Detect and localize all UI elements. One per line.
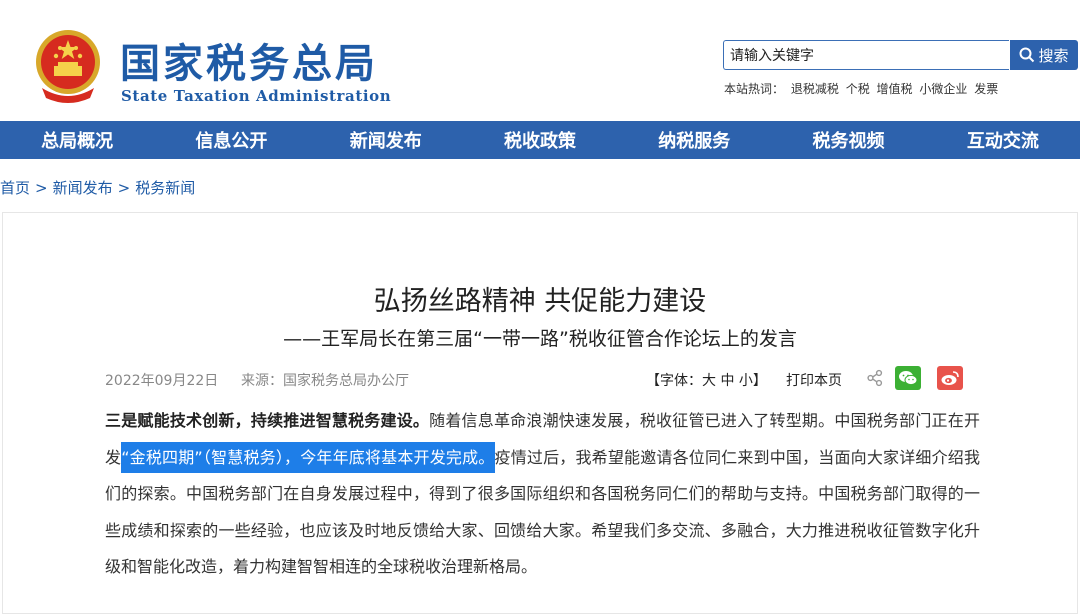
selected-text-highlight[interactable]: “金税四期”（智慧税务），今年年底将基本开发完成。 — [121, 441, 495, 473]
article-title: 弘扬丝路精神 共促能力建设 — [373, 286, 707, 317]
paragraph-lead: 三是赋能技术创新，持续推进智慧税务建设。 — [105, 411, 430, 430]
search-input[interactable] — [723, 40, 1009, 70]
main-nav: 总局概况 信息公开 新闻发布 税收政策 纳税服务 税务视频 互动交流 — [0, 121, 1080, 159]
nav-item-tax-video[interactable]: 税务视频 — [771, 121, 925, 159]
breadcrumb: 首页 > 新闻发布 > 税务新闻 — [0, 177, 195, 198]
breadcrumb-tax-news[interactable]: 税务新闻 — [135, 179, 195, 197]
print-link[interactable]: 打印本页 — [786, 370, 842, 390]
site-name-en[interactable]: State Taxation Administration — [121, 87, 391, 105]
nav-item-overview[interactable]: 总局概况 — [0, 121, 154, 159]
weibo-glyph-icon — [941, 371, 959, 385]
nav-item-taxpayer-service[interactable]: 纳税服务 — [617, 121, 771, 159]
weibo-icon[interactable] — [937, 366, 963, 390]
site-name-cn[interactable]: 国家税务总局 — [120, 40, 378, 88]
nav-item-tax-policy[interactable]: 税收政策 — [463, 121, 617, 159]
breadcrumb-home[interactable]: 首页 — [0, 179, 30, 197]
hot-word-link[interactable]: 小微企业 — [919, 82, 967, 96]
search-button[interactable]: 搜索 — [1010, 40, 1078, 70]
search-icon — [1019, 47, 1035, 63]
national-emblem-icon[interactable] — [32, 28, 104, 104]
hot-words: 本站热词： 退税减税 个税 增值税 小微企业 发票 — [724, 80, 1001, 97]
hot-word-link[interactable]: 增值税 — [877, 82, 913, 96]
font-size-large-link[interactable]: 大 — [702, 373, 716, 389]
nav-item-info-disclosure[interactable]: 信息公开 — [154, 121, 308, 159]
font-size-label: 【字体： — [646, 373, 702, 389]
font-size-medium-link[interactable]: 中 — [720, 373, 734, 389]
article-date: 2022年09月22日 — [105, 373, 219, 389]
wechat-icon[interactable] — [895, 366, 921, 390]
hot-words-label: 本站热词： — [724, 82, 785, 96]
nav-item-news[interactable]: 新闻发布 — [309, 121, 463, 159]
share-icon[interactable] — [866, 369, 884, 387]
wechat-glyph-icon — [899, 371, 918, 386]
font-size-small-link[interactable]: 小 — [739, 373, 753, 389]
nav-item-interaction[interactable]: 互动交流 — [926, 121, 1080, 159]
site-header: 国家税务总局 State Taxation Administration 搜索 … — [0, 0, 1080, 121]
hot-word-link[interactable]: 个税 — [846, 82, 870, 96]
breadcrumb-separator: > — [35, 179, 48, 197]
hot-word-link[interactable]: 发票 — [974, 82, 998, 96]
article-subtitle: ——王军局长在第三届“一带一路”税收征管合作论坛上的发言 — [283, 328, 797, 350]
breadcrumb-separator: > — [117, 179, 131, 197]
search-button-label: 搜索 — [1038, 46, 1069, 65]
article-body-paragraph: 三是赋能技术创新，持续推进智慧税务建设。随着信息革命浪潮快速发展，税收征管已进入… — [105, 403, 980, 586]
breadcrumb-news-release[interactable]: 新闻发布 — [53, 179, 113, 197]
hot-word-link[interactable]: 退税减税 — [791, 82, 839, 96]
font-size-end: 】 — [752, 373, 767, 389]
article-source: 来源：国家税务总局办公厅 — [241, 373, 409, 389]
font-size-control: 【字体：大 中 小】 — [646, 370, 767, 390]
